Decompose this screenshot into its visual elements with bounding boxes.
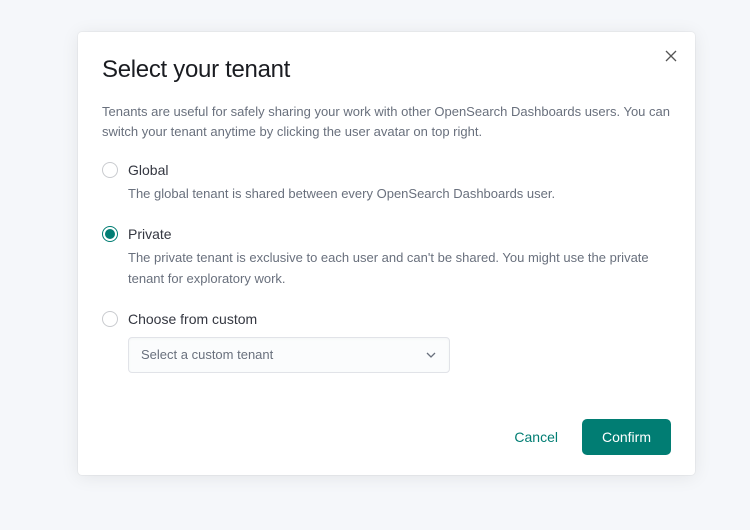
radio-private[interactable] — [102, 226, 118, 242]
custom-tenant-select[interactable]: Select a custom tenant — [128, 337, 450, 373]
radio-global[interactable] — [102, 162, 118, 178]
tenant-selection-modal: Select your tenant Tenants are useful fo… — [78, 32, 695, 475]
chevron-down-icon — [425, 349, 437, 361]
close-button[interactable] — [661, 46, 681, 66]
option-custom-header[interactable]: Choose from custom — [102, 311, 671, 327]
radio-custom[interactable] — [102, 311, 118, 327]
custom-tenant-select-value: Select a custom tenant — [141, 347, 273, 362]
option-custom-label: Choose from custom — [128, 311, 257, 327]
option-global-header[interactable]: Global — [102, 162, 671, 178]
modal-footer: Cancel Confirm — [102, 419, 671, 455]
modal-title: Select your tenant — [102, 56, 671, 84]
option-private-label: Private — [128, 226, 172, 242]
confirm-button[interactable]: Confirm — [582, 419, 671, 455]
option-private: Private The private tenant is exclusive … — [102, 226, 671, 288]
modal-description: Tenants are useful for safely sharing yo… — [102, 102, 671, 142]
option-global-description: The global tenant is shared between ever… — [128, 184, 671, 204]
option-global-label: Global — [128, 162, 168, 178]
cancel-button[interactable]: Cancel — [504, 421, 568, 453]
option-private-header[interactable]: Private — [102, 226, 671, 242]
custom-select-wrap: Select a custom tenant — [128, 337, 671, 373]
option-custom: Choose from custom Select a custom tenan… — [102, 311, 671, 373]
close-icon — [665, 50, 677, 62]
option-global: Global The global tenant is shared betwe… — [102, 162, 671, 204]
option-private-description: The private tenant is exclusive to each … — [128, 248, 671, 288]
